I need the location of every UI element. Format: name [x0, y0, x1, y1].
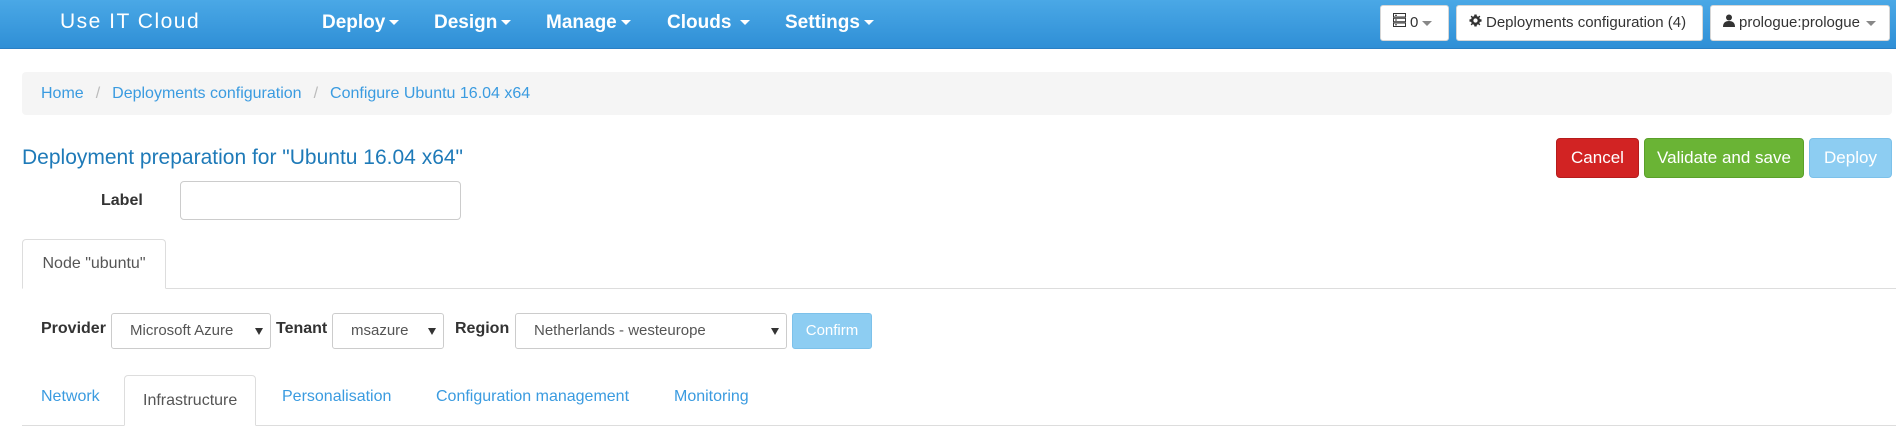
top-navbar: Use IT Cloud Deploy Design Manage Clouds… — [0, 0, 1896, 49]
region-select-value: Netherlands - westeurope — [534, 322, 706, 339]
provider-select[interactable]: Microsoft Azure — [111, 313, 271, 349]
dropdown-arrow-icon — [255, 328, 263, 335]
gear-icon — [1469, 6, 1482, 40]
breadcrumb-separator: / — [313, 85, 319, 102]
breadcrumb-separator: / — [95, 85, 101, 102]
label-input[interactable] — [180, 181, 461, 220]
deployments-configuration-button[interactable]: Deployments configuration (4) — [1456, 5, 1703, 41]
nav-design-label: Design — [434, 12, 498, 33]
nav-clouds[interactable]: Clouds — [667, 12, 751, 34]
node-tabs-divider — [22, 288, 1896, 289]
user-menu-button[interactable]: prologue:prologue — [1710, 5, 1890, 41]
brand-logo[interactable]: Use IT Cloud — [60, 10, 200, 34]
tab-node-ubuntu[interactable]: Node "ubuntu" — [22, 239, 166, 289]
breadcrumb-current[interactable]: Configure Ubuntu 16.04 x64 — [330, 85, 530, 102]
cancel-button[interactable]: Cancel — [1556, 138, 1639, 178]
tenant-select-value: msazure — [351, 322, 409, 339]
label-field-label: Label — [101, 192, 143, 209]
tab-personalisation[interactable]: Personalisation — [282, 388, 391, 406]
nav-manage[interactable]: Manage — [546, 12, 631, 34]
user-name: prologue:prologue — [1739, 14, 1860, 31]
tab-configuration-management[interactable]: Configuration management — [436, 388, 629, 406]
deployments-configuration-label: Deployments configuration (4) — [1486, 14, 1687, 31]
region-label: Region — [455, 320, 510, 337]
chevron-down-icon — [1422, 20, 1433, 26]
chevron-down-icon — [1865, 20, 1876, 26]
region-select[interactable]: Netherlands - westeurope — [515, 313, 787, 349]
nav-deploy[interactable]: Deploy — [322, 12, 400, 34]
chevron-down-icon — [501, 20, 512, 26]
user-icon — [1723, 6, 1735, 40]
server-stack-icon — [1393, 6, 1406, 40]
nav-design[interactable]: Design — [434, 12, 512, 34]
chevron-down-icon — [389, 20, 400, 26]
dropdown-arrow-icon — [771, 328, 779, 335]
chevron-down-icon — [740, 20, 751, 26]
provider-select-value: Microsoft Azure — [130, 322, 234, 339]
queue-button[interactable]: 0 — [1380, 5, 1449, 41]
tenant-select[interactable]: msazure — [332, 313, 444, 349]
chevron-down-icon — [620, 20, 631, 26]
breadcrumb: Home / Deployments configuration / Configure… — [22, 72, 1892, 115]
nav-deploy-label: Deploy — [322, 12, 386, 33]
nav-settings[interactable]: Settings — [785, 12, 874, 34]
tenant-label: Tenant — [276, 320, 328, 337]
nav-settings-label: Settings — [785, 12, 860, 33]
page-title: Deployment preparation for "Ubuntu 16.04… — [22, 146, 464, 169]
deploy-button[interactable]: Deploy — [1809, 138, 1892, 178]
nav-manage-label: Manage — [546, 12, 617, 33]
validate-and-save-button[interactable]: Validate and save — [1644, 138, 1804, 178]
chevron-down-icon — [863, 20, 874, 26]
confirm-button[interactable]: Confirm — [792, 313, 872, 349]
sub-tabs-divider — [22, 425, 1896, 426]
breadcrumb-deployments-configuration[interactable]: Deployments configuration — [112, 85, 301, 102]
tab-monitoring[interactable]: Monitoring — [674, 388, 749, 406]
provider-label: Provider — [41, 320, 106, 337]
tab-infrastructure[interactable]: Infrastructure — [124, 375, 257, 426]
tab-network[interactable]: Network — [41, 388, 100, 406]
queue-count: 0 — [1410, 14, 1419, 31]
dropdown-arrow-icon — [428, 328, 436, 335]
nav-clouds-label: Clouds — [667, 12, 732, 33]
breadcrumb-home[interactable]: Home — [41, 85, 84, 102]
